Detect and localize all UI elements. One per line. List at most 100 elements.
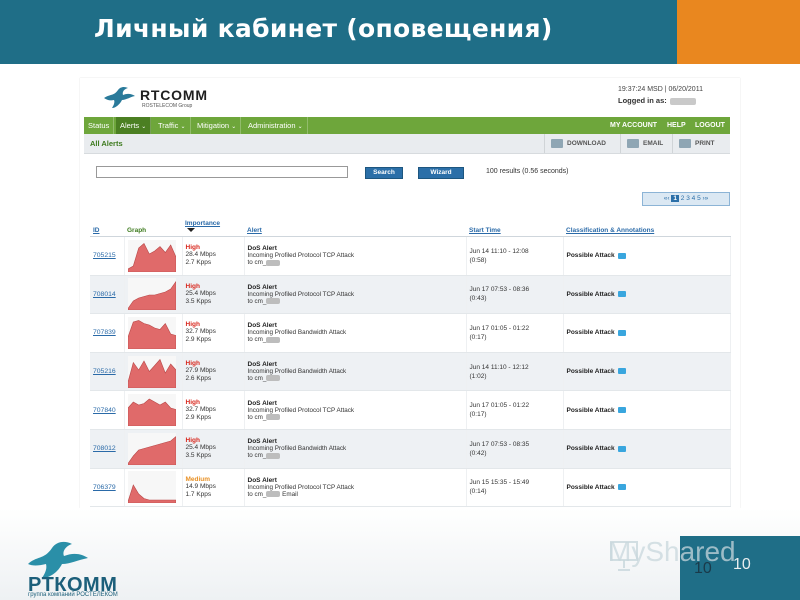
alert-desc: Incoming Profiled Protocol TCP Attack (247, 483, 355, 491)
table-row[interactable]: 707840 High 32.7 Mbps 2.9 Kpps DoS Alert In… (90, 390, 731, 430)
header-id[interactable]: ID (90, 215, 124, 237)
print-button[interactable]: PRINT (672, 134, 715, 153)
alert-title: DoS Alert (247, 245, 277, 253)
classification-label: Possible Attack (566, 445, 615, 453)
table-row[interactable]: 705216 High 27.9 Mbps 2.6 Kpps DoS Alert In… (90, 352, 731, 392)
classification: Possible Attack (567, 445, 626, 452)
header-importance[interactable]: Importance (182, 215, 244, 237)
header-accent (677, 0, 800, 64)
masked-target (266, 414, 281, 420)
pagination: «‹ 1 2 3 4 5 ›» (642, 192, 730, 206)
pager-page[interactable]: 2 (681, 195, 685, 202)
nav-mitigation[interactable]: Mitigation ⌄ (193, 117, 242, 134)
table-row[interactable]: 708014 High 25.4 Mbps 3.5 Kpps DoS Alert In… (90, 275, 731, 315)
nav-alerts-label: Alerts (120, 121, 140, 130)
alert-desc: Incoming Profiled Protocol TCP Attack (247, 406, 355, 414)
header-classification[interactable]: Classification & Annotations (563, 215, 730, 237)
annotation-icon[interactable] (617, 329, 626, 336)
table-row[interactable]: 705215 High 28.4 Mbps 2.7 Kpps DoS Alert In… (90, 236, 731, 276)
masked-username (669, 97, 696, 105)
classification-label: Possible Attack (566, 290, 615, 298)
slide-title: Личный кабинет (оповещения) (94, 14, 553, 43)
table-row[interactable]: 708012 High 25.4 Mbps 3.5 Kpps DoS Alert In… (90, 429, 731, 469)
pps-value: 2.7 Kpps (185, 259, 212, 267)
masked-target (266, 491, 281, 498)
traffic-sparkline (127, 278, 176, 311)
annotation-icon[interactable] (617, 445, 626, 452)
alert-id-link[interactable]: 706379 (93, 484, 116, 491)
app-logo-sub: ROSTELECOM Group (142, 103, 193, 109)
nav-traffic[interactable]: Traffic ⌄ (154, 117, 191, 134)
alert-title: DoS Alert (247, 361, 277, 369)
pager-next[interactable]: ›» (703, 195, 709, 202)
alert-id-link[interactable]: 707840 (93, 407, 116, 414)
header-start-time[interactable]: Start Time (466, 215, 563, 237)
classification-label: Possible Attack (566, 483, 615, 491)
alert-target: to cm_ (248, 259, 463, 266)
alert-id-link[interactable]: 708014 (93, 291, 116, 298)
nav-alerts[interactable]: Alerts ⌄ (116, 117, 152, 134)
masked-target (266, 259, 281, 266)
alert-target: to cm_ Email (248, 491, 463, 498)
duration: (0:58) (469, 256, 487, 264)
table-row[interactable]: 706379 Medium 14.9 Mbps 1.7 Kpps DoS Alert… (90, 468, 731, 508)
alert-target-prefix: to cm_ (247, 336, 267, 344)
alert-target-suffix: Email (282, 490, 298, 498)
duration: (0:17) (469, 411, 487, 419)
bird-logo-icon (104, 86, 135, 108)
pager-current: 1 (671, 195, 679, 202)
severity-label: Medium (185, 475, 211, 483)
pager-page[interactable]: 3 (686, 195, 690, 202)
alerts-table: ID Graph Importance Alert Start Time Cla… (90, 215, 731, 508)
app-logo-name: RTCOMM (140, 87, 208, 103)
annotation-icon[interactable] (617, 252, 626, 259)
wizard-button[interactable]: Wizard (418, 167, 464, 179)
start-time: Jun 17 07:53 - 08:36 (469, 286, 530, 294)
alert-title: DoS Alert (247, 438, 277, 446)
email-button[interactable]: EMAIL (620, 134, 663, 153)
classification: Possible Attack (567, 252, 626, 259)
nav-administration[interactable]: Administration ⌄ (244, 117, 308, 134)
annotation-icon[interactable] (617, 484, 626, 491)
alert-id-link[interactable]: 707839 (93, 329, 116, 336)
download-button[interactable]: DOWNLOAD (544, 134, 606, 153)
traffic-sparkline (127, 432, 176, 465)
alert-target-prefix: to cm_ (247, 297, 267, 305)
annotation-icon[interactable] (617, 291, 626, 298)
alert-id-link[interactable]: 705215 (93, 252, 116, 259)
rate-value: 32.7 Mbps (185, 405, 216, 413)
print-label: PRINT (695, 140, 715, 147)
rate-value: 25.4 Mbps (185, 289, 216, 297)
severity-label: High (185, 398, 200, 406)
my-account-link[interactable]: MY ACCOUNT (610, 117, 657, 134)
pager-prev[interactable]: «‹ (664, 195, 670, 202)
search-button[interactable]: Search (365, 167, 403, 179)
results-count: 100 results (0.56 seconds) (486, 168, 569, 175)
duration: (0:43) (469, 295, 487, 303)
nav-status[interactable]: Status (84, 117, 115, 134)
help-link[interactable]: HELP (667, 117, 686, 134)
alert-desc: Incoming Profiled Protocol TCP Attack (247, 252, 355, 260)
masked-target (266, 375, 281, 382)
alert-id-link[interactable]: 705216 (93, 368, 116, 375)
start-time: Jun 17 01:05 - 01:22 (469, 324, 530, 332)
download-icon (551, 138, 563, 148)
annotation-icon[interactable] (617, 406, 626, 413)
table-row[interactable]: 707839 High 32.7 Mbps 2.9 Kpps DoS Alert In… (90, 313, 731, 353)
header-graph: Graph (124, 215, 182, 237)
alert-id-link[interactable]: 708012 (93, 445, 116, 452)
alert-desc: Incoming Profiled Bandwidth Attack (247, 329, 347, 337)
annotation-icon[interactable] (617, 368, 626, 375)
pager-page[interactable]: 4 (692, 195, 696, 202)
pager-page[interactable]: 5 (697, 195, 701, 202)
table-header-row: ID Graph Importance Alert Start Time Cla… (90, 215, 730, 237)
alert-target: to cm_ (248, 298, 463, 305)
search-input[interactable] (96, 166, 348, 178)
pps-value: 2.6 Kpps (185, 375, 212, 383)
alert-target-prefix: to cm_ (247, 259, 267, 267)
logout-link[interactable]: LOGOUT (695, 117, 725, 134)
slide-header: Личный кабинет (оповещения) (0, 0, 800, 64)
pps-value: 3.5 Kpps (185, 297, 212, 305)
alert-desc: Incoming Profiled Bandwidth Attack (247, 445, 347, 453)
header-alert[interactable]: Alert (244, 215, 466, 237)
